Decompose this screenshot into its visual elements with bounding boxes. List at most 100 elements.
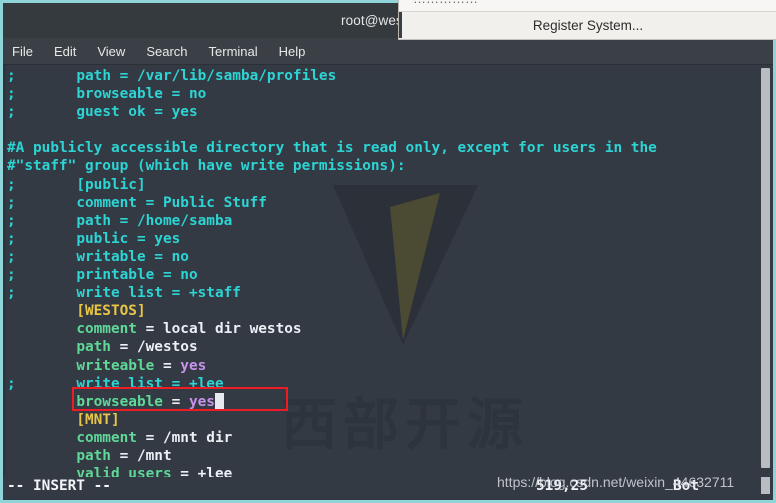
line-segment: = /mnt dir <box>136 429 233 446</box>
line-segment: = local dir westos <box>136 321 302 338</box>
popup-top-strip-text: …………… <box>413 0 478 6</box>
line-prefix: ; <box>7 176 16 193</box>
cursor-position-indicator: 519,25 <box>536 478 588 494</box>
line-segment: = /westos <box>110 339 198 356</box>
line-segment: path = /home/samba <box>76 212 233 229</box>
line-segment: "staff" group (which have write permissi… <box>15 158 406 175</box>
editor-line: path = /mnt <box>7 447 657 465</box>
line-segment: valid users <box>76 466 172 477</box>
vim-status-bar: -- INSERT -- 519,25 Bot <box>3 477 773 500</box>
line-segment: [public] <box>76 176 146 193</box>
popup-top-strip: …………… <box>399 0 776 12</box>
line-segment: write list = +lee <box>76 375 224 392</box>
line-prefix: ; <box>7 248 16 265</box>
line-prefix: ; <box>7 194 16 211</box>
line-segment: yes <box>188 393 215 410</box>
line-segment: yes <box>180 357 207 374</box>
menu-item-view[interactable]: View <box>97 44 125 59</box>
editor-line: [WESTOS] <box>7 302 657 320</box>
line-segment: browseable = no <box>76 86 207 103</box>
menu-bar: File Edit View Search Terminal Help <box>3 38 773 65</box>
editor-line: browseable = yes <box>7 392 657 411</box>
editor-line: ; writable = no <box>7 248 657 266</box>
editor-line: #A publicly accessible directory that is… <box>7 139 657 157</box>
editor-line: path = /westos <box>7 338 657 356</box>
line-segment: [WESTOS] <box>76 303 146 320</box>
line-segment: printable = no <box>76 267 198 284</box>
vertical-scrollbar[interactable] <box>759 65 772 477</box>
editor-line: ; path = /var/lib/samba/profiles <box>7 67 657 85</box>
menu-item-help[interactable]: Help <box>279 44 306 59</box>
line-segment: path = /var/lib/samba/profiles <box>76 68 337 84</box>
editor-line: #"staff" group (which have write permiss… <box>7 157 657 175</box>
line-segment: path <box>76 447 111 464</box>
menu-item-search[interactable]: Search <box>146 44 187 59</box>
menu-item-terminal[interactable]: Terminal <box>209 44 258 59</box>
line-segment: comment <box>76 321 137 338</box>
register-system-popup[interactable]: …………… Register System... <box>398 0 776 40</box>
editor-line: writeable = yes <box>7 357 657 375</box>
line-segment: browseable <box>76 393 163 410</box>
menu-item-edit[interactable]: Edit <box>54 44 76 59</box>
menu-item-file[interactable]: File <box>12 44 33 59</box>
line-segment: = +lee <box>171 466 233 477</box>
editor-line: ; guest ok = yes <box>7 103 657 121</box>
line-segment: writeable <box>76 357 155 374</box>
line-segment: = <box>162 393 189 410</box>
line-prefix: # <box>7 140 16 157</box>
editor-line: comment = /mnt dir <box>7 429 657 447</box>
line-segment: comment <box>76 429 137 446</box>
line-prefix: # <box>7 158 16 175</box>
editor-line: [MNT] <box>7 411 657 429</box>
line-segment: = /mnt <box>110 447 172 464</box>
line-segment: [MNT] <box>76 411 120 428</box>
line-prefix: ; <box>7 285 16 302</box>
line-segment: comment = Public Stuff <box>76 194 267 211</box>
terminal-body[interactable]: 西部开源 ; path = /var/lib/samba/profiles; b… <box>3 65 773 477</box>
line-prefix: ; <box>7 267 16 284</box>
editor-line: ; [public] <box>7 176 657 194</box>
editor-line: ; printable = no <box>7 266 657 284</box>
line-segment: = <box>154 357 181 374</box>
line-segment: A publicly accessible directory that is … <box>15 140 657 157</box>
popup-menu-item-register-system[interactable]: Register System... <box>399 12 776 38</box>
line-prefix: ; <box>7 230 16 247</box>
terminal-window: root@westoslin File Edit View Search Ter… <box>0 0 776 503</box>
line-prefix: ; <box>7 212 16 229</box>
editor-mode-indicator: -- INSERT -- <box>7 478 111 494</box>
line-prefix: ; <box>7 375 16 392</box>
line-prefix: ; <box>7 68 16 84</box>
line-prefix: ; <box>7 104 16 121</box>
editor-line: valid users = +lee <box>7 465 657 477</box>
editor-content[interactable]: ; path = /var/lib/samba/profiles; browse… <box>3 65 657 477</box>
editor-line: ; path = /home/samba <box>7 212 657 230</box>
scrollbar-thumb-bottom[interactable] <box>761 477 770 494</box>
line-segment: write list = +staff <box>76 285 241 302</box>
editor-line: ; write list = +lee <box>7 375 657 393</box>
editor-line: ; write list = +staff <box>7 284 657 302</box>
line-segment: path <box>76 339 111 356</box>
line-segment: writable = no <box>76 248 189 265</box>
scrollbar-thumb[interactable] <box>761 68 770 468</box>
scrollbar-bottom-cap[interactable] <box>759 477 772 500</box>
line-segment: public = yes <box>76 230 181 247</box>
